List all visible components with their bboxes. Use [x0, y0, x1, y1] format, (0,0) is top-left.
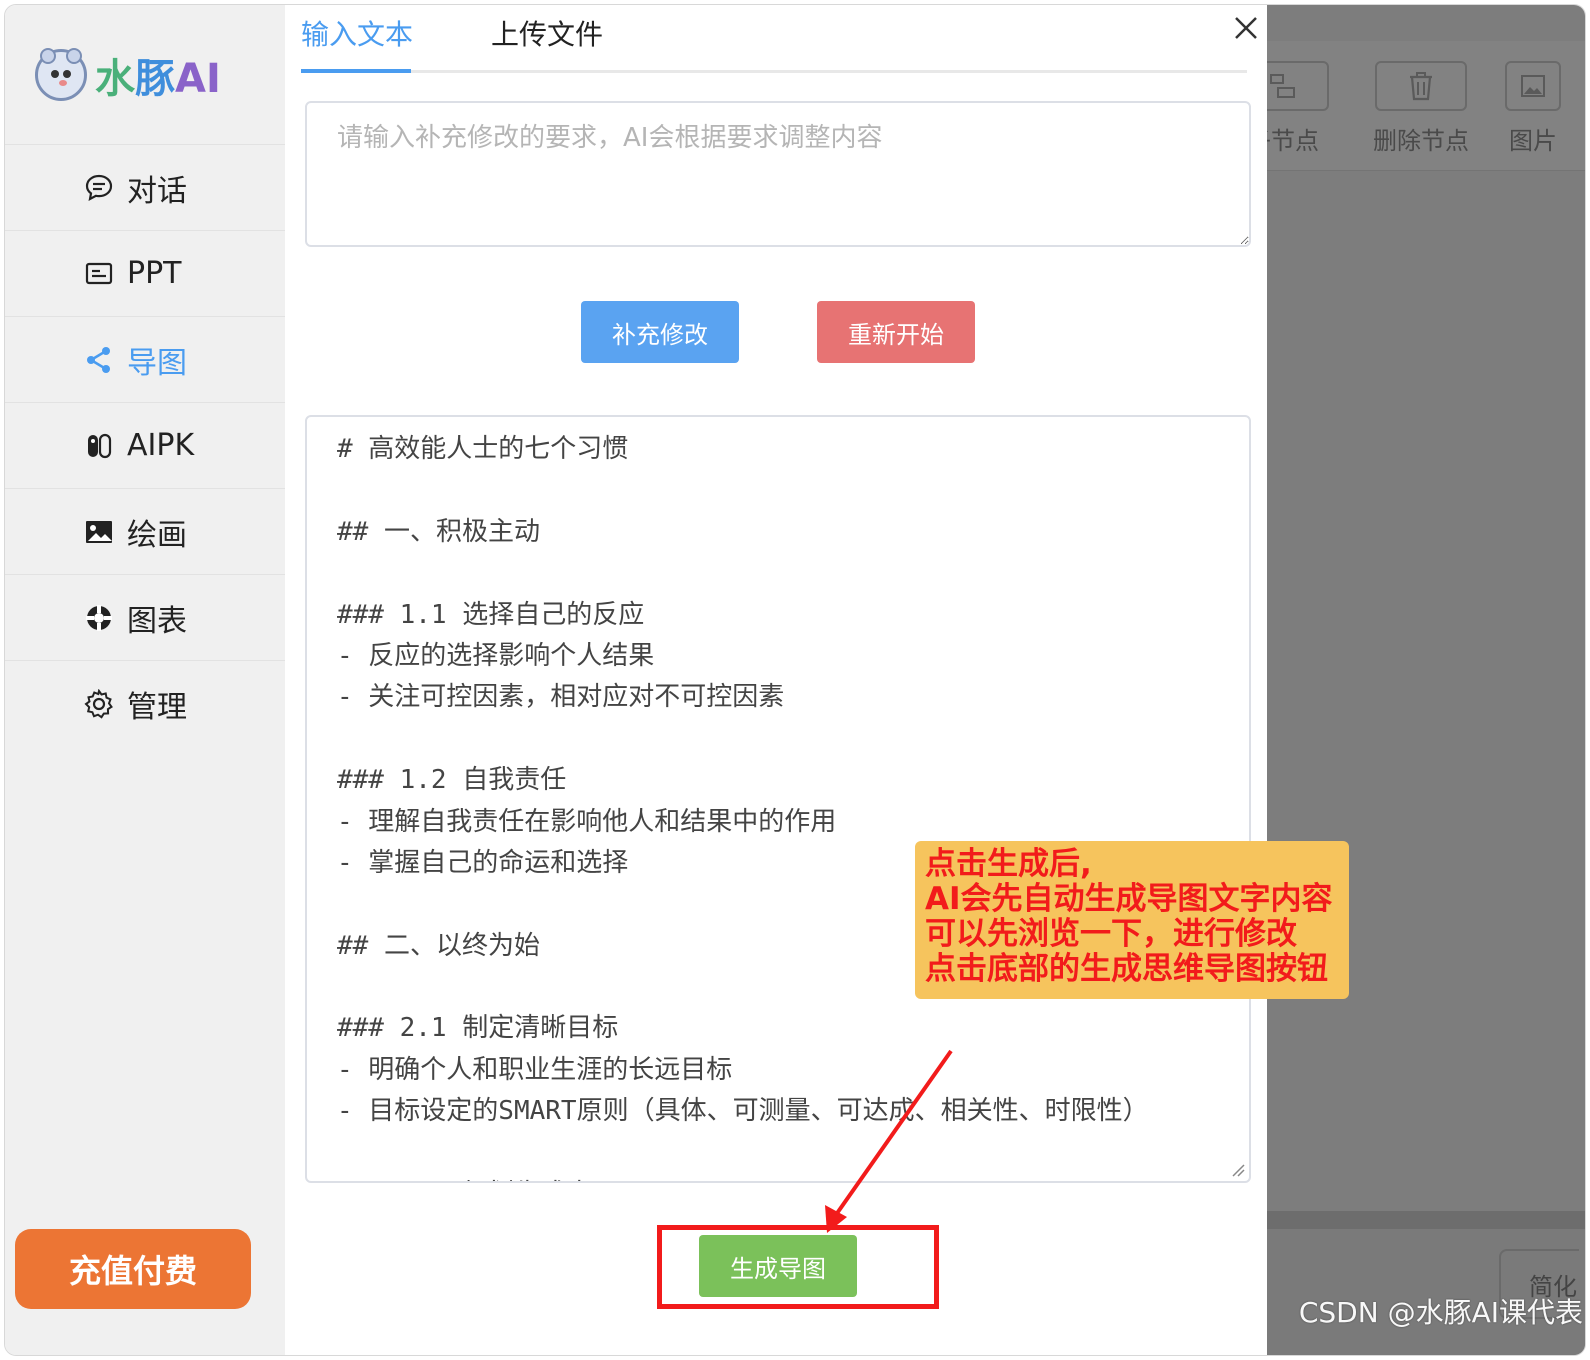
annotation-line: 点击生成后, [925, 846, 1092, 882]
chat-bubble-icon [83, 172, 115, 204]
sidebar-item-chart[interactable]: 图表 [5, 575, 285, 661]
content-line: ### 1.2 自我责任 [337, 765, 567, 796]
picture-icon [1505, 61, 1561, 111]
close-icon[interactable] [1229, 11, 1263, 45]
tab-bar: 输入文本 上传文件 [301, 5, 1247, 73]
tab-input-text[interactable]: 输入文本 [301, 13, 413, 73]
sidebar-item-label: PPT [127, 256, 182, 291]
sidebar-item-label: 绘画 [127, 517, 187, 553]
sidebar-item-label: 对话 [127, 173, 187, 209]
content-line [337, 719, 1219, 760]
generate-mindmap-button[interactable]: 生成导图 [699, 1235, 857, 1297]
annotation-line: AI会先自动生成导图文字内容 [925, 881, 1333, 917]
tool-label: 删除节点 [1373, 127, 1469, 155]
delete-node-tool[interactable]: 删除节点 [1373, 61, 1469, 156]
recharge-button[interactable]: 充值付费 [15, 1229, 251, 1309]
mindmap-modal: 输入文本 上传文件 补充修改 重新开始 # 高效能人士的七个习惯 ## 一、积极… [285, 5, 1349, 1355]
sidebar-item-chat[interactable]: 对话 [5, 145, 285, 231]
content-line: - 目标设定的SMART原则（具体、可测量、可达成、相关性、时限性） [337, 1096, 1149, 1127]
annotation-line: 点击底部的生成思维导图按钮 [925, 951, 1328, 987]
content-line: ### 2.2 规划生成本 [337, 1174, 1219, 1181]
content-line [337, 470, 1219, 511]
active-tab-indicator [301, 69, 411, 73]
sidebar-item-label: AIPK [127, 428, 195, 463]
versus-icon [83, 430, 115, 462]
slides-icon [83, 258, 115, 290]
restart-button[interactable]: 重新开始 [817, 301, 975, 363]
logo-text: 水豚AI [95, 55, 221, 102]
sidebar-item-label: 图表 [127, 603, 187, 639]
capybara-logo-icon [35, 47, 87, 101]
generated-content-editor[interactable]: # 高效能人士的七个习惯 ## 一、积极主动 ### 1.1 选择自己的反应 - … [305, 415, 1251, 1183]
sidebar-item-aipk[interactable]: AIPK [5, 403, 285, 489]
content-line [337, 1133, 1219, 1174]
sidebar-item-admin[interactable]: 管理 [5, 661, 285, 747]
chart-pie-icon [83, 602, 115, 634]
sidebar-item-painting[interactable]: 绘画 [5, 489, 285, 575]
background-scrollbar[interactable] [1267, 1211, 1585, 1229]
background-toolbar: 子节点 删除节点 图片 [1237, 41, 1585, 171]
sidebar-item-label: 导图 [127, 345, 187, 381]
sidebar-item-label: 管理 [127, 690, 187, 725]
content-line: ### 1.1 选择自己的反应 [337, 599, 645, 630]
background-editor: 子节点 删除节点 图片 简化 CSDN @水豚AI课代表 [1237, 5, 1585, 1355]
image-icon [83, 516, 115, 548]
content-line [337, 553, 1219, 594]
app-window: 水豚AI 对话 PPT 导图 AIPK 绘画 图表 管理 充值付费 子节点 删除… [4, 4, 1586, 1356]
share-nodes-icon [83, 344, 115, 376]
content-line: - 关注可控因素，相对应对不可控因素 [337, 682, 785, 713]
tab-upload-file[interactable]: 上传文件 [491, 13, 603, 73]
supplement-button[interactable]: 补充修改 [581, 301, 739, 363]
content-line: - 理解自我责任在影响他人和结果中的作用 [337, 806, 837, 837]
content-line: - 明确个人和职业生涯的长远目标 [337, 1054, 733, 1085]
sidebar: 水豚AI 对话 PPT 导图 AIPK 绘画 图表 管理 充值付费 [5, 5, 285, 1355]
tool-label: 图片 [1509, 127, 1557, 155]
gear-icon [83, 688, 115, 720]
watermark: CSDN @水豚AI课代表 [1298, 1296, 1583, 1329]
resize-handle-icon[interactable] [1231, 1163, 1245, 1177]
annotation-callout: 点击生成后, AI会先自动生成导图文字内容 可以先浏览一下，进行修改 点击底部的… [915, 841, 1349, 999]
content-line: # 高效能人士的七个习惯 [337, 434, 629, 464]
trash-icon [1375, 61, 1467, 111]
annotation-line: 可以先浏览一下，进行修改 [925, 916, 1297, 952]
content-lines: # 高效能人士的七个习惯 ## 一、积极主动 ### 1.1 选择自己的反应 - … [337, 429, 1219, 1181]
content-line: - 反应的选择影响个人结果 [337, 640, 655, 671]
sidebar-item-mindmap[interactable]: 导图 [5, 317, 285, 403]
content-line: ### 2.1 制定清晰目标 [337, 1013, 619, 1044]
logo: 水豚AI [5, 5, 285, 145]
sidebar-item-ppt[interactable]: PPT [5, 231, 285, 317]
image-tool[interactable]: 图片 [1505, 61, 1561, 156]
modification-request-input[interactable] [305, 101, 1251, 247]
content-line: ## 一、积极主动 [337, 516, 540, 547]
